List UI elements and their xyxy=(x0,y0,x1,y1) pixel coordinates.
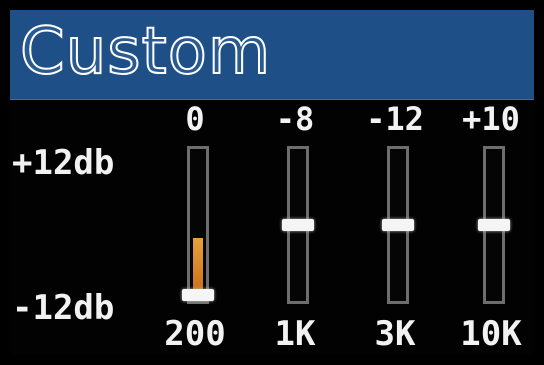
band-frequency: 10K xyxy=(460,314,522,354)
slider-track[interactable] xyxy=(478,146,510,304)
equalizer-panel: +12db -12db 0 200 -8 1K -12 3K +10 10K xyxy=(10,100,534,355)
header-bar: Custom xyxy=(10,10,534,101)
slider-knob[interactable] xyxy=(282,219,314,231)
band-value: -12 xyxy=(366,100,424,138)
band-value: +10 xyxy=(462,100,520,138)
band-200: 0 200 xyxy=(160,100,230,355)
slider-track[interactable] xyxy=(282,146,314,304)
slider-knob[interactable] xyxy=(182,288,214,301)
band-value: 0 xyxy=(185,100,205,138)
equalizer-screen: Custom +12db -12db 0 200 -8 1K -12 3K +1… xyxy=(0,0,544,365)
band-value: -8 xyxy=(275,100,315,138)
band-1k: -8 1K xyxy=(260,100,330,355)
slider-track[interactable] xyxy=(182,146,214,304)
band-10k: +10 10K xyxy=(456,100,526,355)
preset-title: Custom xyxy=(19,14,272,90)
band-frequency: 1K xyxy=(274,314,316,354)
scale-min-label: -12db xyxy=(12,288,115,328)
band-frequency: 200 xyxy=(164,314,226,354)
scale-max-label: +12db xyxy=(12,143,115,183)
slider-track[interactable] xyxy=(382,146,414,304)
slider-fill xyxy=(193,237,203,295)
slider-knob[interactable] xyxy=(382,219,414,231)
band-frequency: 3K xyxy=(374,314,416,354)
band-3k: -12 3K xyxy=(360,100,430,355)
slider-knob[interactable] xyxy=(478,219,510,231)
